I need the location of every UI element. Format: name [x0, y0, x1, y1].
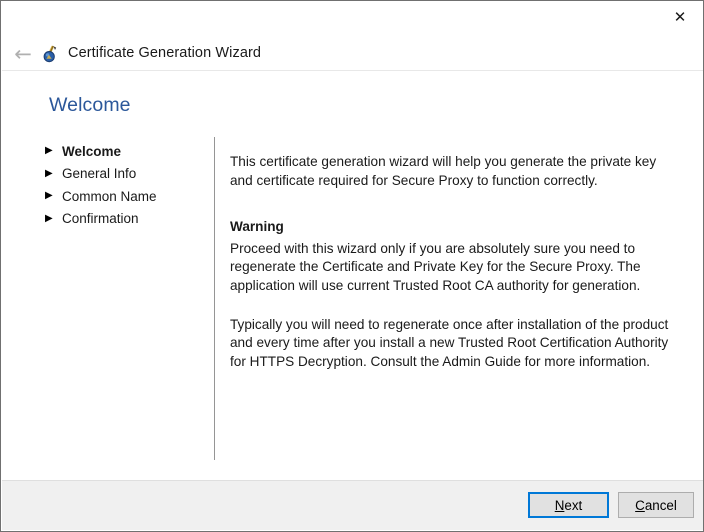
next-button-accelerator: N — [554, 497, 565, 513]
step-label: Welcome — [62, 143, 122, 159]
content-panel: This certificate generation wizard will … — [230, 153, 673, 371]
window-title: Certificate Generation Wizard — [68, 45, 262, 61]
wizard-step-list: ▶ Welcome ▶ General Info ▶ Common Name ▶… — [45, 140, 205, 230]
back-arrow-icon: ← — [14, 41, 32, 66]
warning-heading: Warning — [230, 219, 284, 235]
wizard-window: ✕ ← Certificate Generation Wizard Welcom… — [0, 0, 704, 532]
cancel-button[interactable]: Cancel — [618, 492, 694, 518]
cancel-button-suffix: ancel — [644, 497, 677, 513]
intro-paragraph: This certificate generation wizard will … — [230, 154, 657, 188]
cancel-button-accelerator: C — [635, 497, 645, 513]
step-label: General Info — [62, 166, 137, 182]
step-item-common-name[interactable]: ▶ Common Name — [45, 185, 205, 208]
footer-bar: Next Cancel — [2, 480, 703, 530]
note-paragraph: Typically you will need to regenerate on… — [230, 316, 669, 369]
back-button[interactable]: ← — [8, 40, 38, 68]
certificate-seal-icon — [40, 44, 60, 64]
warning-paragraph: Proceed with this wizard only if you are… — [230, 240, 641, 294]
close-button[interactable]: ✕ — [657, 2, 703, 32]
triangle-right-icon: ▶ — [45, 190, 53, 202]
title-bar: ✕ ← Certificate Generation Wizard — [2, 2, 703, 71]
step-item-confirmation[interactable]: ▶ Confirmation — [45, 208, 205, 231]
step-item-welcome[interactable]: ▶ Welcome — [45, 140, 205, 163]
next-button-suffix: ext — [564, 497, 583, 513]
triangle-right-icon: ▶ — [45, 212, 53, 224]
step-label: Common Name — [62, 188, 157, 204]
page-title: Welcome — [49, 94, 131, 116]
step-label: Confirmation — [62, 211, 139, 227]
content-divider — [214, 137, 215, 460]
close-icon: ✕ — [673, 7, 687, 26]
triangle-right-icon: ▶ — [45, 167, 53, 179]
triangle-right-icon: ▶ — [45, 145, 53, 157]
step-item-general-info[interactable]: ▶ General Info — [45, 163, 205, 186]
next-button[interactable]: Next — [528, 492, 609, 518]
